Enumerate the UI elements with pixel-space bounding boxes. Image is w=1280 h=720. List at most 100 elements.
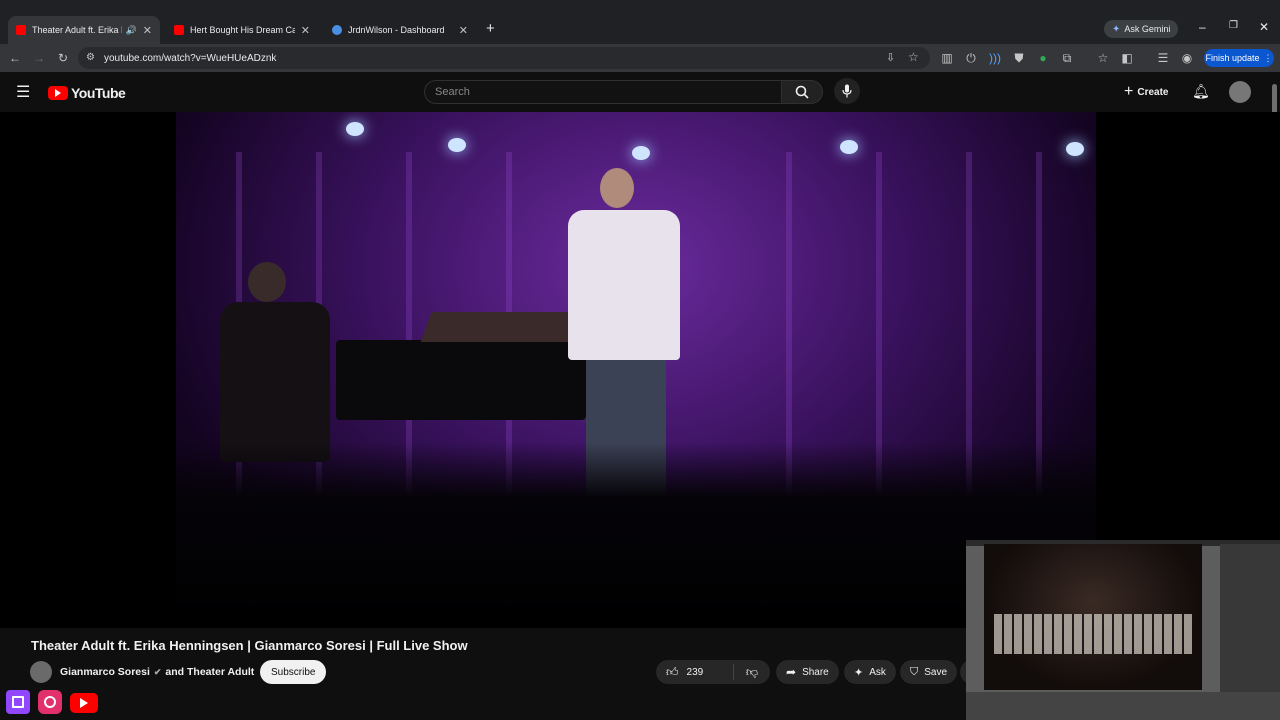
- channel-row: Gianmarco Soresi ✔ and Theater Adult Sub…: [30, 660, 984, 684]
- profile-avatar-icon[interactable]: ◉: [1178, 49, 1196, 67]
- share-button[interactable]: ➦ Share: [776, 660, 839, 684]
- create-button[interactable]: + Create: [1124, 83, 1168, 101]
- account-avatar[interactable]: [1229, 81, 1251, 103]
- tab-theater-adult[interactable]: Theater Adult ft. Erika Henn 🔊 ✕: [8, 16, 160, 44]
- save-label: Save: [924, 666, 948, 678]
- microphone-icon: [842, 84, 852, 98]
- more-vert-icon: ⋮: [1263, 52, 1273, 63]
- stage-light: [632, 146, 650, 160]
- ask-label: Ask: [869, 666, 886, 678]
- url-text: youtube.com/watch?v=WueHUeADznk: [104, 52, 277, 64]
- extension-power-icon[interactable]: ⏻: [962, 49, 980, 67]
- preview-image: [984, 544, 1202, 690]
- stage-light: [840, 140, 858, 154]
- search-button[interactable]: [781, 80, 823, 104]
- like-button[interactable]: 👍︎ 239: [656, 664, 734, 680]
- pianist-head: [248, 262, 286, 302]
- twitch-icon: [6, 690, 30, 714]
- stage-light: [1066, 142, 1084, 156]
- youtube-favicon-icon: [16, 25, 26, 35]
- extension-gift-icon[interactable]: ▥: [938, 49, 956, 67]
- tab-label: Theater Adult ft. Erika Henn: [32, 25, 122, 35]
- back-icon[interactable]: ←: [6, 49, 24, 67]
- subscribe-label: Subscribe: [271, 666, 316, 678]
- piano: [336, 340, 586, 420]
- window-close-icon[interactable]: ✕: [1259, 20, 1269, 34]
- install-app-icon[interactable]: ⇩: [886, 51, 895, 64]
- finish-update-button[interactable]: Finish update ⋮: [1204, 49, 1274, 67]
- channel-names[interactable]: Gianmarco Soresi ✔ and Theater Adult: [60, 666, 254, 678]
- verified-check-icon: ✔: [153, 666, 162, 677]
- close-tab-icon[interactable]: ✕: [459, 24, 468, 37]
- browser-toolbar: ← → ↻ ⚙ youtube.com/watch?v=WueHUeADznk …: [0, 44, 1280, 72]
- new-tab-icon[interactable]: +: [486, 20, 495, 37]
- youtube-icon: [70, 693, 98, 713]
- extensions-puzzle-icon[interactable]: ⧉: [1058, 49, 1076, 67]
- plus-icon: +: [1124, 83, 1134, 100]
- search-input[interactable]: Search: [424, 80, 782, 104]
- tab-label: JrdnWilson - Dashboard: [348, 25, 445, 35]
- stage-light: [448, 138, 466, 152]
- extension-badge-icon[interactable]: ●: [1034, 49, 1052, 67]
- thumbs-up-icon: 👍︎: [666, 664, 679, 679]
- like-count: 239: [686, 666, 704, 678]
- picture-in-picture-preview[interactable]: [966, 540, 1280, 720]
- extension-sound-icon[interactable]: ))): [986, 49, 1004, 67]
- audience: [176, 442, 1096, 628]
- performer-shirt: [568, 210, 680, 360]
- reload-icon[interactable]: ↻: [54, 49, 72, 67]
- notifications-bell-icon[interactable]: 🔔︎: [1192, 83, 1210, 100]
- youtube-logo[interactable]: YouTube: [48, 85, 126, 101]
- create-label: Create: [1137, 86, 1169, 98]
- tab-label: Hert Bought His Dream Car: [190, 25, 295, 35]
- subscribe-button[interactable]: Subscribe: [260, 660, 327, 684]
- save-button[interactable]: ⛉ Save: [900, 660, 958, 684]
- share-label: Share: [802, 666, 829, 678]
- video-title: Theater Adult ft. Erika Henningsen | Gia…: [31, 638, 468, 653]
- like-dislike-group: 👍︎ 239 👎︎: [656, 660, 770, 684]
- gemini-sparkle-icon: ✦: [1112, 23, 1121, 35]
- piano-keys: [994, 614, 1192, 654]
- preview-side-panel: [1220, 544, 1280, 692]
- pianist-body: [220, 302, 330, 462]
- bookmark-icon: ⛉: [910, 665, 919, 678]
- browser-tab-strip: Theater Adult ft. Erika Henn 🔊 ✕ Hert Bo…: [0, 0, 1280, 44]
- bookmarks-star-icon[interactable]: ☆: [1094, 49, 1112, 67]
- minimize-icon[interactable]: –: [1199, 20, 1206, 34]
- dislike-button[interactable]: 👎︎: [734, 665, 770, 680]
- channel-name[interactable]: Gianmarco Soresi: [60, 666, 150, 678]
- video-frame: [176, 112, 1096, 628]
- globe-favicon-icon: [332, 25, 342, 35]
- hamburger-menu-icon[interactable]: ☰: [16, 82, 30, 102]
- sparkle-icon: ✦: [854, 666, 864, 679]
- ask-button[interactable]: ✦ Ask: [844, 660, 896, 684]
- youtube-favicon-icon: [174, 25, 184, 35]
- close-tab-icon[interactable]: ✕: [143, 24, 152, 37]
- address-bar[interactable]: ⚙ youtube.com/watch?v=WueHUeADznk ⇩ ☆: [78, 47, 930, 69]
- tab-jrdnwilson-dashboard[interactable]: JrdnWilson - Dashboard ✕: [324, 16, 476, 44]
- site-info-icon[interactable]: ⚙: [86, 52, 95, 63]
- close-tab-icon[interactable]: ✕: [301, 24, 310, 37]
- extension-shield-icon[interactable]: ⛊: [1010, 49, 1028, 67]
- thumbs-down-icon: 👎︎: [745, 664, 759, 679]
- bookmark-star-icon[interactable]: ☆: [908, 50, 919, 64]
- speaker-icon[interactable]: 🔊: [126, 25, 137, 36]
- channel-avatar[interactable]: [30, 661, 52, 683]
- ask-gemini-button[interactable]: ✦ Ask Gemini: [1104, 20, 1179, 38]
- tab-hert-bought[interactable]: Hert Bought His Dream Car ✕: [166, 16, 318, 44]
- restore-icon[interactable]: ❐: [1229, 20, 1238, 31]
- performer-head: [600, 168, 634, 208]
- voice-search-button[interactable]: [834, 78, 860, 104]
- channel-collaborator[interactable]: and Theater Adult: [165, 666, 254, 678]
- share-arrow-icon: ➦: [786, 665, 797, 679]
- forward-icon[interactable]: →: [30, 49, 48, 67]
- stage-light: [346, 122, 364, 136]
- search-placeholder: Search: [435, 86, 470, 98]
- reading-list-icon[interactable]: ☰: [1154, 49, 1172, 67]
- search-icon: [795, 85, 809, 99]
- side-panel-icon[interactable]: ◧: [1118, 49, 1136, 67]
- finish-update-label: Finish update: [1205, 53, 1260, 63]
- youtube-play-logo-icon: [48, 86, 68, 100]
- youtube-header: ☰ YouTube Search + Create 🔔︎: [0, 72, 1280, 270]
- piano-lid: [420, 312, 592, 342]
